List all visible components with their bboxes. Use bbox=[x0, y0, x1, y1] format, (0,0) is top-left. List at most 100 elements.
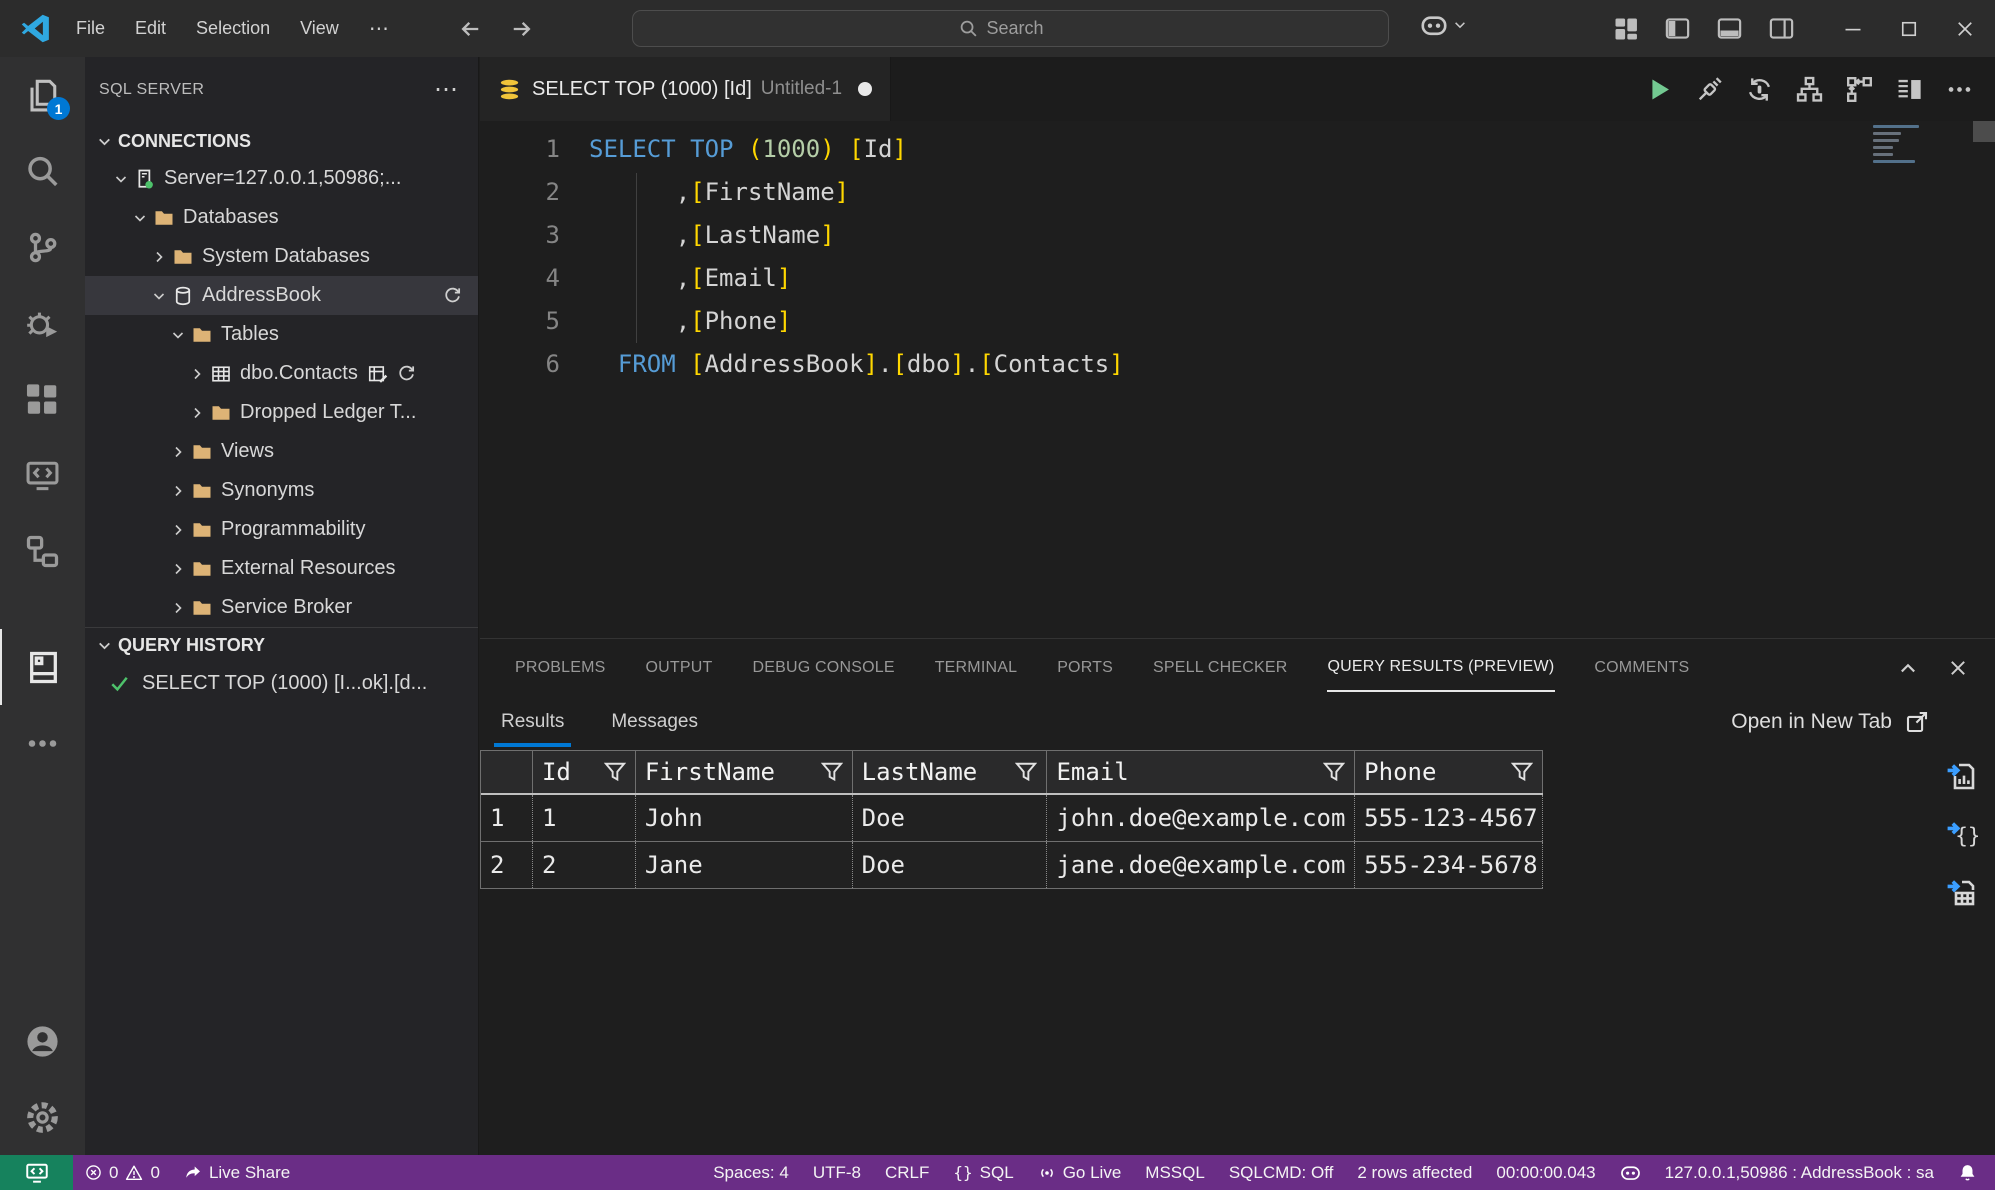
minimize-button[interactable] bbox=[1843, 19, 1863, 39]
actual-plan-icon[interactable] bbox=[1846, 76, 1873, 103]
grid-cell[interactable]: 1 bbox=[533, 795, 636, 841]
go-live-status[interactable]: Go Live bbox=[1026, 1155, 1134, 1190]
toggle-results-pane-icon[interactable] bbox=[1896, 76, 1923, 103]
connections-section-header[interactable]: CONNECTIONS bbox=[85, 123, 478, 159]
live-share-status[interactable]: Live Share bbox=[172, 1155, 302, 1190]
save-as-csv-icon[interactable] bbox=[1946, 760, 1978, 792]
sqlcmd-status[interactable]: SQLCMD: Off bbox=[1217, 1155, 1346, 1190]
menu-view[interactable]: View bbox=[285, 0, 354, 57]
refresh-icon[interactable] bbox=[443, 286, 462, 305]
encoding-status[interactable]: UTF-8 bbox=[801, 1155, 873, 1190]
column-header-lastname[interactable]: LastName bbox=[853, 751, 1048, 793]
copilot-button[interactable] bbox=[1420, 11, 1467, 39]
grid-cell[interactable]: Jane bbox=[636, 842, 853, 888]
toggle-panel-icon[interactable] bbox=[1717, 16, 1742, 41]
row-number-cell[interactable]: 2 bbox=[481, 842, 533, 888]
refresh-icon[interactable] bbox=[397, 364, 416, 383]
grid-cell[interactable]: Doe bbox=[853, 842, 1048, 888]
search-view-icon[interactable] bbox=[0, 133, 85, 209]
editor-scrollbar[interactable] bbox=[1973, 121, 1995, 142]
copilot-status-icon[interactable] bbox=[1608, 1155, 1653, 1190]
query-history-section-header[interactable]: QUERY HISTORY bbox=[85, 627, 478, 663]
tab-comments[interactable]: COMMENTS bbox=[1574, 639, 1709, 696]
run-debug-icon[interactable] bbox=[0, 285, 85, 361]
tab-problems[interactable]: PROBLEMS bbox=[495, 639, 626, 696]
editor-tab[interactable]: SELECT TOP (1000) [Id] Untitled-1 bbox=[480, 57, 891, 121]
account-icon[interactable] bbox=[0, 1003, 85, 1079]
row-number-header[interactable] bbox=[481, 751, 533, 793]
extensions-icon[interactable] bbox=[0, 361, 85, 437]
tab-messages[interactable]: Messages bbox=[611, 696, 698, 747]
grid-cell[interactable]: 2 bbox=[533, 842, 636, 888]
filter-icon[interactable] bbox=[604, 762, 626, 782]
toggle-secondary-sidebar-icon[interactable] bbox=[1769, 16, 1794, 41]
edit-table-icon[interactable] bbox=[368, 364, 388, 384]
containers-icon[interactable] bbox=[0, 513, 85, 589]
source-control-icon[interactable] bbox=[0, 209, 85, 285]
tab-results[interactable]: Results bbox=[501, 696, 564, 747]
unsaved-indicator[interactable] bbox=[858, 82, 872, 96]
grid-cell[interactable]: john.doe@example.com bbox=[1047, 795, 1355, 841]
maximize-button[interactable] bbox=[1899, 19, 1919, 39]
row-number-cell[interactable]: 1 bbox=[481, 795, 533, 841]
tab-output[interactable]: OUTPUT bbox=[626, 639, 733, 696]
filter-icon[interactable] bbox=[1511, 762, 1533, 782]
query-history-item[interactable]: SELECT TOP (1000) [I...ok].[d... bbox=[85, 663, 478, 703]
close-button[interactable] bbox=[1955, 19, 1975, 39]
tab-debug-console[interactable]: DEBUG CONSOLE bbox=[733, 639, 915, 696]
grid-cell[interactable]: Doe bbox=[853, 795, 1048, 841]
tree-item-external-resources[interactable]: External Resources bbox=[85, 549, 478, 588]
estimated-plan-icon[interactable] bbox=[1796, 76, 1823, 103]
sql-server-view-icon[interactable] bbox=[0, 629, 85, 705]
column-header-id[interactable]: Id bbox=[533, 751, 636, 793]
tree-item-addressbook[interactable]: AddressBook bbox=[85, 276, 478, 315]
menu-selection[interactable]: Selection bbox=[181, 0, 285, 57]
minimap[interactable] bbox=[1873, 125, 1919, 167]
back-arrow-icon[interactable] bbox=[459, 18, 481, 40]
tree-item-system-databases[interactable]: System Databases bbox=[85, 237, 478, 276]
problems-status[interactable]: 0 0 bbox=[73, 1155, 172, 1190]
save-as-excel-icon[interactable] bbox=[1946, 876, 1978, 908]
menu-file[interactable]: File bbox=[61, 0, 120, 57]
column-header-phone[interactable]: Phone bbox=[1355, 751, 1543, 793]
explorer-icon[interactable]: 1 bbox=[0, 57, 85, 133]
filter-icon[interactable] bbox=[1015, 762, 1037, 782]
tree-item-programmability[interactable]: Programmability bbox=[85, 510, 478, 549]
toggle-sidebar-icon[interactable] bbox=[1665, 16, 1690, 41]
more-actions-icon[interactable] bbox=[1946, 76, 1973, 103]
code-editor[interactable]: 1 SELECT TOP (1000) [Id] 2 ,[FirstName] … bbox=[480, 121, 1995, 638]
tree-item-dbo-contacts[interactable]: dbo.Contacts bbox=[85, 354, 478, 393]
command-search-box[interactable] bbox=[632, 10, 1389, 47]
grid-cell[interactable]: John bbox=[636, 795, 853, 841]
change-connection-icon[interactable] bbox=[1746, 76, 1773, 103]
customize-layout-icon[interactable] bbox=[1614, 17, 1638, 41]
open-in-new-tab-button[interactable]: Open in New Tab bbox=[1731, 710, 1995, 734]
tree-item-server[interactable]: Server=127.0.0.1,50986;... bbox=[85, 159, 478, 198]
tab-query-results[interactable]: QUERY RESULTS (PREVIEW) bbox=[1308, 639, 1575, 696]
tab-ports[interactable]: PORTS bbox=[1037, 639, 1133, 696]
language-mode-status[interactable]: {}SQL bbox=[941, 1155, 1025, 1190]
sidebar-more-icon[interactable]: ⋯ bbox=[434, 85, 460, 95]
remote-indicator[interactable] bbox=[0, 1155, 73, 1190]
notifications-bell-icon[interactable] bbox=[1946, 1155, 1995, 1190]
filter-icon[interactable] bbox=[1323, 762, 1345, 782]
grid-cell[interactable]: 555-123-4567 bbox=[1355, 795, 1543, 841]
forward-arrow-icon[interactable] bbox=[511, 18, 533, 40]
column-header-email[interactable]: Email bbox=[1047, 751, 1355, 793]
tree-item-service-broker[interactable]: Service Broker bbox=[85, 588, 478, 627]
disconnect-icon[interactable] bbox=[1696, 76, 1723, 103]
remote-explorer-icon[interactable] bbox=[0, 437, 85, 513]
indentation-status[interactable]: Spaces: 4 bbox=[701, 1155, 801, 1190]
tree-item-tables[interactable]: Tables bbox=[85, 315, 478, 354]
menu-edit[interactable]: Edit bbox=[120, 0, 181, 57]
tree-item-views[interactable]: Views bbox=[85, 432, 478, 471]
tab-terminal[interactable]: TERMINAL bbox=[915, 639, 1038, 696]
save-as-json-icon[interactable]: {} bbox=[1946, 818, 1978, 850]
eol-status[interactable]: CRLF bbox=[873, 1155, 941, 1190]
grid-cell[interactable]: 555-234-5678 bbox=[1355, 842, 1543, 888]
tab-spell-checker[interactable]: SPELL CHECKER bbox=[1133, 639, 1308, 696]
search-input[interactable] bbox=[987, 18, 1063, 39]
filter-icon[interactable] bbox=[821, 762, 843, 782]
tree-item-databases[interactable]: Databases bbox=[85, 198, 478, 237]
connection-status[interactable]: 127.0.0.1,50986 : AddressBook : sa bbox=[1653, 1155, 1946, 1190]
